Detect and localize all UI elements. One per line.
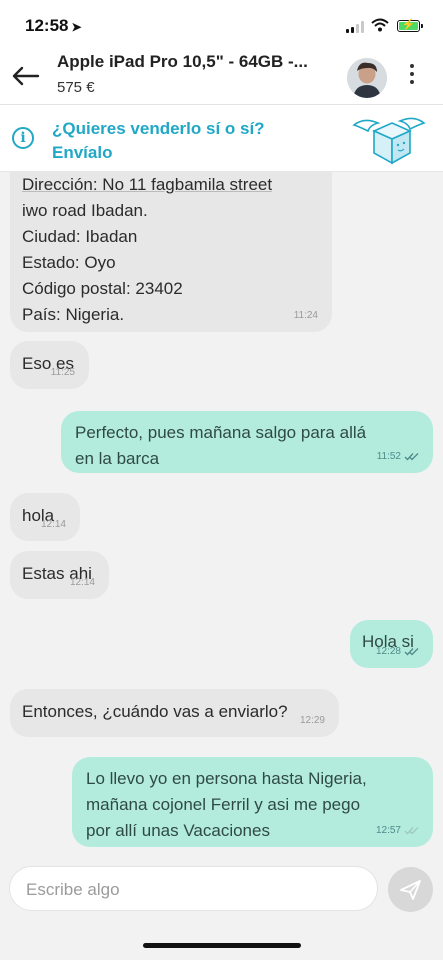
message-text: Ciudad: Ibadan xyxy=(22,227,138,246)
message-text: Entonces, ¿cuándo vas a enviarlo? xyxy=(22,702,288,721)
message-timestamp: 11:52 xyxy=(377,444,419,470)
message-bubble-outgoing[interactable]: Hola si 12:28 xyxy=(350,620,433,668)
message-input[interactable] xyxy=(24,877,368,903)
message-text: Dirección: No 11 fagbamila street xyxy=(22,175,273,194)
item-price: 575 € xyxy=(57,79,95,96)
kebab-menu-icon[interactable] xyxy=(405,60,419,94)
message-text: por allí unas Vacaciones xyxy=(86,821,270,840)
info-icon: i xyxy=(12,127,34,149)
cellular-signal-icon xyxy=(346,21,364,33)
message-bubble-outgoing[interactable]: Perfecto, pues mañana salgo para allá en… xyxy=(61,411,433,473)
message-bubble-outgoing[interactable]: Lo llevo yo en persona hasta Nigeria, ma… xyxy=(72,757,433,847)
message-bubble-incoming[interactable]: Estas ahi 12:14 xyxy=(10,551,109,599)
shipping-promo-banner[interactable]: i ¿Quieres venderlo sí o sí? Envíalo xyxy=(0,105,443,172)
avatar[interactable] xyxy=(347,58,387,98)
send-button[interactable] xyxy=(388,867,433,912)
banner-text: ¿Quieres venderlo sí o sí? Envíalo xyxy=(52,119,265,162)
message-timestamp: 12:29 xyxy=(299,715,325,726)
message-bubble-incoming[interactable]: Entonces, ¿cuándo vas a enviarlo? 12:29 xyxy=(10,689,339,737)
paper-plane-icon xyxy=(400,880,421,900)
double-check-icon xyxy=(404,452,419,461)
flying-box-icon xyxy=(352,117,426,165)
message-text: Perfecto, pues mañana salgo para allá xyxy=(75,423,367,442)
message-bubble-incoming[interactable]: Dirección: No 11 fagbamila street iwo ro… xyxy=(10,171,332,332)
double-check-icon xyxy=(404,826,419,835)
message-text: Código postal: 23402 xyxy=(22,279,183,298)
message-text: País: Nigeria. xyxy=(22,305,125,324)
battery-icon: ⚡ xyxy=(397,19,423,32)
clock: 12:58 ➤ xyxy=(25,16,82,35)
message-text: Lo llevo yo en persona hasta Nigeria, xyxy=(86,769,367,788)
message-composer xyxy=(9,866,378,911)
message-bubble-incoming[interactable]: Eso es 11:25 xyxy=(10,341,89,389)
message-timestamp: 11:25 xyxy=(50,367,75,378)
chat-header: Apple iPad Pro 10,5" - 64GB -... 575 € xyxy=(0,44,443,105)
location-arrow-icon: ➤ xyxy=(71,20,82,34)
message-text: mañana cojonel Ferril y asi me pego xyxy=(86,795,361,814)
arrow-left-icon[interactable] xyxy=(12,66,40,86)
item-title[interactable]: Apple iPad Pro 10,5" - 64GB -... xyxy=(57,52,308,72)
message-timestamp: 12:14 xyxy=(40,519,66,530)
message-timestamp: 12:14 xyxy=(69,577,95,588)
message-text: Estado: Oyo xyxy=(22,253,116,272)
home-indicator[interactable] xyxy=(143,943,301,948)
message-bubble-incoming[interactable]: hola 12:14 xyxy=(10,493,80,541)
status-bar: 12:58 ➤ ⚡ xyxy=(0,0,443,44)
message-text: en la barca xyxy=(75,449,160,468)
message-timestamp: 11:24 xyxy=(293,310,318,321)
message-timestamp: 12:57 xyxy=(376,818,419,844)
message-text: iwo road Ibadan. xyxy=(22,201,148,220)
wifi-icon xyxy=(371,18,389,32)
message-list[interactable]: Dirección: No 11 fagbamila street iwo ro… xyxy=(0,171,443,856)
double-check-icon xyxy=(404,647,419,656)
message-timestamp: 12:28 xyxy=(376,639,419,665)
